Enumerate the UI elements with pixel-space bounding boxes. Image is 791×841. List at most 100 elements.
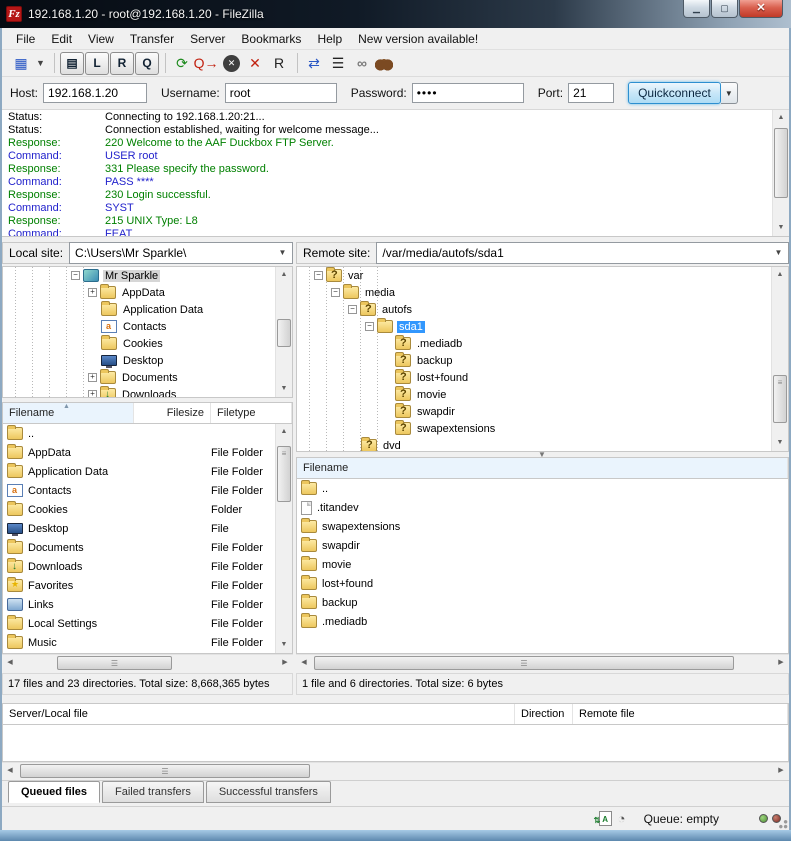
log-scrollbar[interactable]: ▲ ▼ (772, 110, 789, 236)
local-file-row[interactable]: .. (3, 424, 275, 443)
remote-tree-item[interactable]: swapextensions (297, 420, 771, 437)
local-col-filetype[interactable]: Filetype (211, 403, 292, 423)
expander-minus-icon[interactable]: − (314, 271, 323, 280)
scroll-down-icon[interactable]: ▼ (276, 381, 292, 397)
cancel-icon[interactable]: ✕ (223, 55, 240, 72)
local-col-filesize[interactable]: Filesize (134, 403, 211, 423)
username-input[interactable] (225, 83, 337, 103)
queue-hscrollbar[interactable]: ◀ ▶ ☰ (2, 762, 789, 779)
local-tree-item[interactable]: +Documents (3, 369, 275, 386)
local-file-row[interactable]: DesktopFile (3, 519, 275, 538)
scroll-left-icon[interactable]: ◀ (2, 655, 18, 671)
scroll-left-icon[interactable]: ◀ (2, 763, 18, 779)
quickconnect-button[interactable]: Quickconnect (628, 82, 721, 104)
scroll-up-icon[interactable]: ▲ (276, 424, 292, 440)
local-file-row[interactable]: DownloadsFile Folder (3, 557, 275, 576)
toggle-remote-tree-icon[interactable]: R (110, 52, 134, 75)
remote-tree-item[interactable]: −sda1 (297, 318, 771, 335)
remote-tree-item[interactable]: −var (297, 267, 771, 284)
menu-item-file[interactable]: File (8, 30, 43, 48)
remote-list-hscroll-thumb[interactable]: ☰ (314, 656, 734, 670)
menu-item-view[interactable]: View (80, 30, 122, 48)
local-tree-item[interactable]: Application Data (3, 301, 275, 318)
menu-item-bookmarks[interactable]: Bookmarks (233, 30, 309, 48)
disconnect-icon[interactable]: ✕ (244, 52, 266, 74)
remote-tree-scroll-thumb[interactable]: ≡ (773, 375, 787, 423)
speed-limits-icon[interactable]: ◔ (618, 811, 634, 827)
remote-tree-item[interactable]: backup (297, 352, 771, 369)
scroll-up-icon[interactable]: ▲ (773, 110, 789, 126)
local-list-hscroll-thumb[interactable]: ☰ (57, 656, 172, 670)
toggle-local-tree-icon[interactable]: L (85, 52, 109, 75)
remote-tree-item[interactable]: movie (297, 386, 771, 403)
remote-tree-item[interactable]: lost+found (297, 369, 771, 386)
local-site-combobox[interactable]: C:\Users\Mr Sparkle\ ▼ (69, 242, 293, 264)
remote-site-combobox[interactable]: /var/media/autofs/sda1 ▼ (376, 242, 789, 264)
remote-file-row[interactable]: movie (297, 555, 788, 574)
local-file-row[interactable]: AppDataFile Folder (3, 443, 275, 462)
queue-col-direction[interactable]: Direction (515, 704, 573, 724)
local-tree-item[interactable]: Contacts (3, 318, 275, 335)
minimize-button[interactable]: ▁ (683, 0, 710, 18)
tab-failed-transfers[interactable]: Failed transfers (102, 781, 204, 803)
chevron-down-icon[interactable]: ▼ (275, 245, 290, 261)
chevron-down-icon[interactable]: ▼ (771, 245, 786, 261)
refresh-icon[interactable]: ⟳ (171, 52, 193, 74)
remote-file-row[interactable]: swapextensions (297, 517, 788, 536)
site-manager-dropdown-icon[interactable]: ▼ (34, 52, 47, 74)
password-input[interactable] (412, 83, 524, 103)
scroll-up-icon[interactable]: ▲ (276, 267, 292, 283)
find-files-icon[interactable] (375, 55, 393, 71)
local-file-row[interactable]: Application DataFile Folder (3, 462, 275, 481)
scroll-right-icon[interactable]: ▶ (773, 763, 789, 779)
remote-directory-tree[interactable]: −var−media−autofs−sda1.mediadbbackuplost… (296, 266, 789, 452)
local-list-hscrollbar[interactable]: ◀ ▶ ☰ (2, 654, 293, 671)
close-button[interactable]: ✕ (739, 0, 783, 18)
local-file-row[interactable]: MusicFile Folder (3, 633, 275, 652)
local-tree-item[interactable]: +AppData (3, 284, 275, 301)
remote-tree-item[interactable]: .mediadb (297, 335, 771, 352)
queue-hscroll-thumb[interactable]: ☰ (20, 764, 310, 778)
queue-col-remote-file[interactable]: Remote file (573, 704, 788, 724)
local-col-filename[interactable]: Filename ▲ (3, 403, 134, 423)
menu-item-edit[interactable]: Edit (43, 30, 80, 48)
local-list-scroll-thumb[interactable]: ≡ (277, 446, 291, 502)
tab-queued-files[interactable]: Queued files (8, 781, 100, 803)
menu-item-new-version-available[interactable]: New version available! (350, 30, 486, 48)
local-file-row[interactable]: FavoritesFile Folder (3, 576, 275, 595)
local-file-row[interactable]: Local SettingsFile Folder (3, 614, 275, 633)
resize-grip[interactable] (776, 817, 788, 829)
local-tree-scrollbar[interactable]: ▲ ▼ (275, 267, 292, 397)
remote-col-filename[interactable]: Filename (297, 458, 788, 478)
queue-col-server-local-file[interactable]: Server/Local file (3, 704, 515, 724)
remote-tree-item[interactable]: −autofs (297, 301, 771, 318)
remote-list-hscrollbar[interactable]: ◀ ▶ ☰ (296, 654, 789, 671)
port-input[interactable] (568, 83, 614, 103)
scroll-down-icon[interactable]: ▼ (773, 220, 789, 236)
log-scroll-thumb[interactable] (774, 128, 788, 198)
remote-file-row[interactable]: swapdir (297, 536, 788, 555)
expander-plus-icon[interactable]: + (88, 373, 97, 382)
reconnect-icon[interactable]: R (268, 52, 290, 74)
remote-file-list[interactable]: ...titandevswapextensionsswapdirmovielos… (296, 479, 789, 654)
scroll-left-icon[interactable]: ◀ (296, 655, 312, 671)
local-directory-tree[interactable]: −Mr Sparkle+AppDataApplication DataConta… (2, 266, 293, 398)
local-tree-item[interactable]: Cookies (3, 335, 275, 352)
expander-minus-icon[interactable]: − (331, 288, 340, 297)
remote-file-row[interactable]: lost+found (297, 574, 788, 593)
remote-file-row[interactable]: .mediadb (297, 612, 788, 631)
toggle-message-log-icon[interactable]: ▤ (60, 52, 84, 75)
local-file-list[interactable]: ..AppDataFile FolderApplication DataFile… (2, 424, 293, 654)
directory-listing-filters-icon[interactable]: ☰ (327, 52, 349, 74)
scroll-right-icon[interactable]: ▶ (773, 655, 789, 671)
remote-tree-scrollbar[interactable]: ▲ ▼ ≡ (771, 267, 788, 451)
menu-item-help[interactable]: Help (309, 30, 350, 48)
remote-file-row[interactable]: .. (297, 479, 788, 498)
local-tree-scroll-thumb[interactable] (277, 319, 291, 347)
message-log[interactable]: Status:Connecting to 192.168.1.20:21...S… (2, 110, 789, 237)
expander-minus-icon[interactable]: − (365, 322, 374, 331)
tab-successful-transfers[interactable]: Successful transfers (206, 781, 331, 803)
synchronized-browsing-icon[interactable]: ∞ (351, 52, 373, 74)
menu-item-server[interactable]: Server (182, 30, 233, 48)
compare-directories-icon[interactable]: ⇄ (303, 52, 325, 74)
